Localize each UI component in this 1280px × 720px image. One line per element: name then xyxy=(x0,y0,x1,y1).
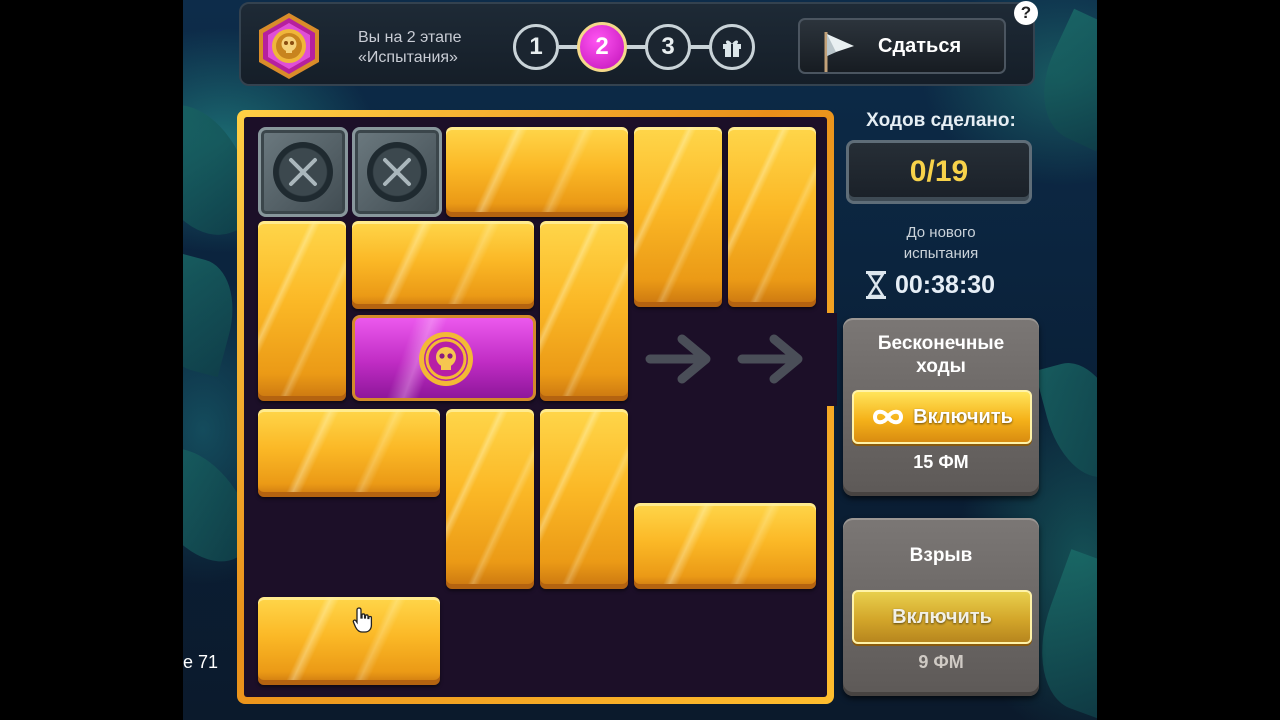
key-block[interactable] xyxy=(352,315,536,401)
jungle-leaf xyxy=(1034,352,1097,488)
moves-counter: 0/19 xyxy=(846,140,1032,204)
wooden-block-vertical[interactable] xyxy=(540,409,628,589)
step-2-current: 2 xyxy=(577,22,627,72)
wooden-block-horizontal[interactable] xyxy=(352,221,534,309)
puzzle-board xyxy=(244,117,827,697)
timer-value: 00:38:30 xyxy=(895,270,996,299)
next-challenge-label: До нового испытания xyxy=(841,222,1041,264)
wooden-block-vertical[interactable] xyxy=(634,127,722,307)
wooden-block-vertical[interactable] xyxy=(540,221,628,401)
infinite-title-line-1: Бесконечные xyxy=(877,333,1005,354)
infinite-moves-price: 15 ФМ xyxy=(913,452,969,472)
wooden-block-horizontal[interactable] xyxy=(258,597,440,685)
step-3: 3 xyxy=(645,24,691,70)
enable-explosion-button[interactable]: Включить xyxy=(852,590,1032,644)
infinity-icon xyxy=(873,409,904,425)
hand-cursor-icon xyxy=(352,607,373,633)
white-flag-icon xyxy=(824,32,854,72)
exit-arrow-icon xyxy=(737,334,803,384)
surrender-label: Сдаться xyxy=(878,34,962,57)
explosion-title: Взрыв xyxy=(909,545,973,566)
gift-icon xyxy=(723,40,741,57)
hourglass-icon xyxy=(866,271,886,299)
board-frame xyxy=(237,110,834,704)
board-exit xyxy=(827,313,837,406)
locked-stone-block xyxy=(258,127,348,217)
enable-infinite-moves-button[interactable]: Включить xyxy=(852,390,1032,444)
infinite-moves-card: Бесконечные ходы Включить 15 ФМ xyxy=(843,318,1039,496)
next-line-2: испытания xyxy=(903,245,979,262)
next-line-1: До нового xyxy=(906,224,976,241)
skull-medal-icon xyxy=(419,332,473,386)
countdown-timer: 00:38:30 xyxy=(865,270,995,300)
wooden-block-horizontal[interactable] xyxy=(446,127,628,217)
infinite-moves-title: Бесконечные ходы xyxy=(843,332,1039,378)
exit-arrow-icon xyxy=(645,334,711,384)
infinite-title-line-2: ходы xyxy=(916,356,966,377)
stage-line-2: «Испытания» xyxy=(358,49,458,66)
game-screen: Вы на 2 этапе «Испытания» 1 2 3 Сдаться xyxy=(183,0,1097,720)
wooden-block-horizontal[interactable] xyxy=(258,409,440,497)
stage-skull-badge-icon xyxy=(259,13,319,79)
cross-icon xyxy=(289,158,317,186)
stage-line-1: Вы на 2 этапе xyxy=(358,29,462,46)
top-bar: Вы на 2 этапе «Испытания» 1 2 3 Сдаться xyxy=(239,2,1035,86)
enable-explosion-label: Включить xyxy=(892,605,992,628)
locked-stone-block xyxy=(352,127,442,217)
surrender-button[interactable]: Сдаться xyxy=(798,18,1006,74)
enable-infinite-label: Включить xyxy=(913,405,1013,428)
side-label: e 71 xyxy=(183,652,219,672)
explosion-price: 9 ФМ xyxy=(918,652,964,672)
stage-info: Вы на 2 этапе «Испытания» xyxy=(358,28,462,68)
cross-icon xyxy=(383,158,411,186)
step-1: 1 xyxy=(513,24,559,70)
explosion-card: Взрыв Включить 9 ФМ xyxy=(843,518,1039,696)
wooden-block-vertical[interactable] xyxy=(258,221,346,401)
help-icon[interactable]: ? xyxy=(1014,1,1038,25)
wooden-block-vertical[interactable] xyxy=(728,127,816,307)
step-reward xyxy=(709,24,755,70)
moves-label: Ходов сделано: xyxy=(866,110,1016,131)
wooden-block-vertical[interactable] xyxy=(446,409,534,589)
wooden-block-horizontal[interactable] xyxy=(634,503,816,589)
